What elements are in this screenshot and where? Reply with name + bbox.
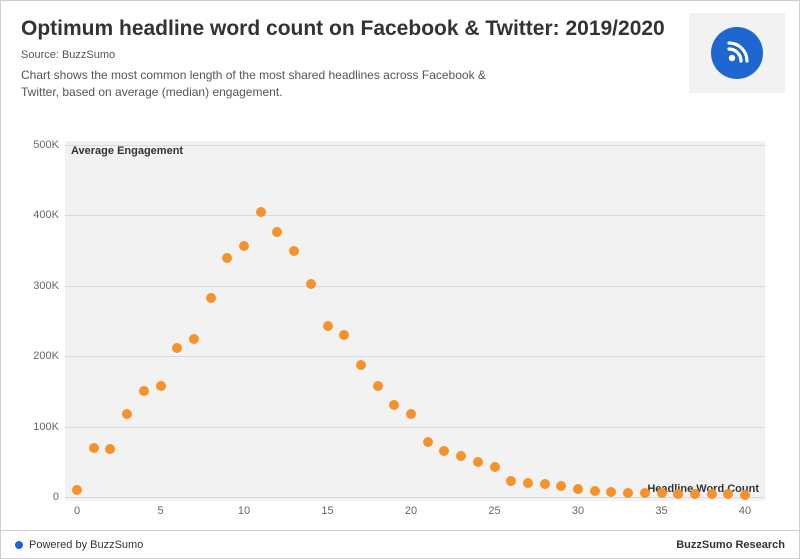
data-point xyxy=(256,207,266,217)
data-point xyxy=(540,479,550,489)
data-point xyxy=(523,478,533,488)
data-point xyxy=(623,488,633,498)
y-tick-label: 500K xyxy=(33,139,59,151)
grid-line xyxy=(65,145,765,146)
y-tick-label: 400K xyxy=(33,209,59,221)
data-point xyxy=(222,253,232,263)
plot-area: Average Engagement Headline Word Count 0… xyxy=(65,141,765,501)
data-point xyxy=(139,386,149,396)
grid-line xyxy=(65,356,765,357)
grid-line xyxy=(65,427,765,428)
footer-brand: BuzzSumo Research xyxy=(676,539,785,551)
footer-powered-by: Powered by BuzzSumo xyxy=(29,539,143,551)
data-point xyxy=(456,451,466,461)
x-tick-label: 10 xyxy=(238,505,250,517)
data-point xyxy=(723,489,733,499)
data-point xyxy=(272,227,282,237)
data-point xyxy=(423,437,433,447)
chart-card: Optimum headline word count on Facebook … xyxy=(0,0,800,559)
rss-icon xyxy=(711,27,763,79)
chart-subtitle: Chart shows the most common length of th… xyxy=(21,67,501,101)
chart-source: Source: BuzzSumo xyxy=(21,49,779,61)
data-point xyxy=(673,489,683,499)
x-tick-label: 35 xyxy=(655,505,667,517)
data-point xyxy=(239,241,249,251)
data-point xyxy=(490,462,500,472)
chart-title: Optimum headline word count on Facebook … xyxy=(21,17,779,41)
data-point xyxy=(323,321,333,331)
data-point xyxy=(356,360,366,370)
data-point xyxy=(690,489,700,499)
bullet-icon xyxy=(15,541,23,549)
data-point xyxy=(590,486,600,496)
data-point xyxy=(389,400,399,410)
data-point xyxy=(206,293,216,303)
data-point xyxy=(339,330,349,340)
data-point xyxy=(707,489,717,499)
y-tick-label: 0 xyxy=(53,491,59,503)
data-point xyxy=(740,490,750,500)
x-tick-label: 25 xyxy=(488,505,500,517)
x-tick-label: 30 xyxy=(572,505,584,517)
grid-line xyxy=(65,286,765,287)
chart-footer: Powered by BuzzSumo BuzzSumo Research xyxy=(1,530,799,558)
data-point xyxy=(156,381,166,391)
footer-left: Powered by BuzzSumo xyxy=(15,539,143,551)
y-axis-label: Average Engagement xyxy=(71,145,183,157)
x-tick-label: 15 xyxy=(321,505,333,517)
data-point xyxy=(105,444,115,454)
chart-header: Optimum headline word count on Facebook … xyxy=(1,1,799,109)
data-point xyxy=(72,485,82,495)
data-point xyxy=(172,343,182,353)
data-point xyxy=(473,457,483,467)
data-point xyxy=(657,488,667,498)
data-point xyxy=(122,409,132,419)
data-point xyxy=(573,484,583,494)
x-tick-label: 20 xyxy=(405,505,417,517)
data-point xyxy=(373,381,383,391)
data-point xyxy=(640,488,650,498)
data-point xyxy=(306,279,316,289)
data-point xyxy=(606,487,616,497)
y-tick-label: 200K xyxy=(33,350,59,362)
grid-line xyxy=(65,215,765,216)
data-point xyxy=(556,481,566,491)
brand-logo-box xyxy=(689,13,785,93)
data-point xyxy=(439,446,449,456)
x-tick-label: 40 xyxy=(739,505,751,517)
x-tick-label: 5 xyxy=(157,505,163,517)
data-point xyxy=(289,246,299,256)
data-point xyxy=(506,476,516,486)
y-tick-label: 300K xyxy=(33,280,59,292)
data-point xyxy=(89,443,99,453)
data-point xyxy=(406,409,416,419)
y-tick-label: 100K xyxy=(33,421,59,433)
x-tick-label: 0 xyxy=(74,505,80,517)
data-point xyxy=(189,334,199,344)
